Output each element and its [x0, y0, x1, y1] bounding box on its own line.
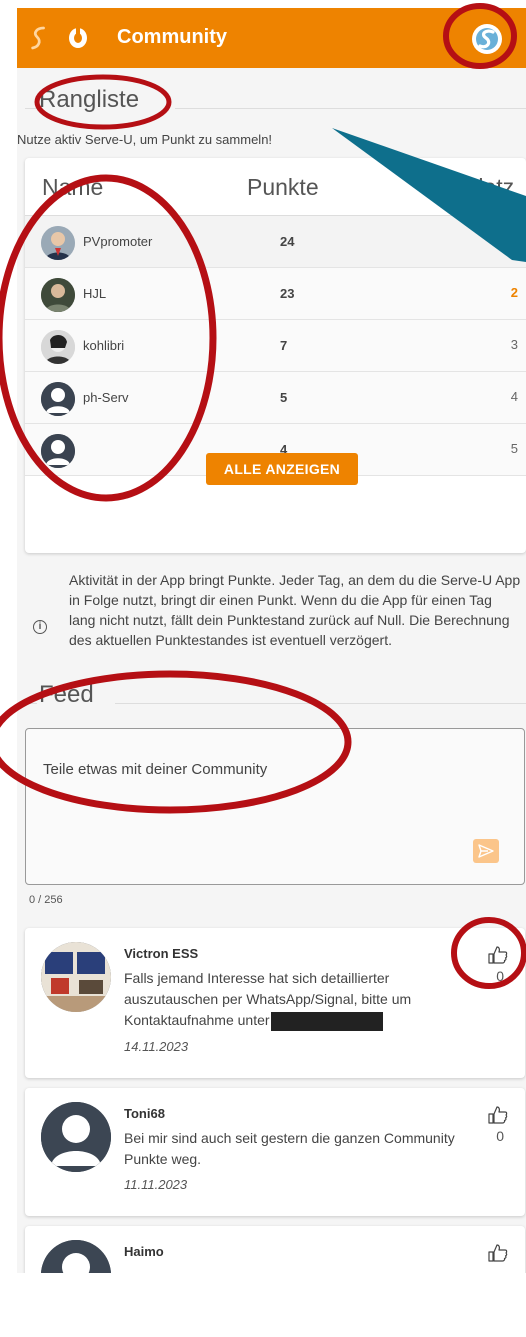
feed-post: Victron ESS Falls jemand Interesse hat s… — [25, 928, 525, 1078]
leaderboard-row[interactable]: HJL 23 2 — [25, 268, 526, 320]
post-author[interactable]: Victron ESS — [124, 946, 198, 961]
thumbs-up-icon[interactable] — [487, 1104, 509, 1126]
leaderboard-points: 7 — [280, 338, 288, 353]
avatar — [41, 226, 75, 260]
leaderboard-username: PVpromoter — [83, 234, 153, 249]
leaderboard-place: 5 — [510, 441, 518, 456]
redacted-contact — [270, 1011, 383, 1031]
page-title: Community — [117, 26, 227, 48]
post-date: 14.11.2023 — [124, 1039, 189, 1054]
avatar — [41, 330, 75, 364]
send-icon[interactable] — [473, 839, 499, 863]
leaderboard-username: kohlibri — [83, 338, 125, 353]
post-date: 11.11.2023 — [124, 1177, 188, 1192]
feed-input-placeholder: Teile etwas mit deiner Community — [43, 761, 268, 778]
info-icon: i — [33, 620, 47, 634]
feed-post-input[interactable]: Teile etwas mit deiner Community — [25, 728, 525, 885]
leaderboard-place: 2 — [510, 285, 518, 300]
leaderboard-row[interactable]: PVpromoter 24 ★ 1 — [25, 216, 526, 268]
avatar[interactable] — [41, 1102, 111, 1172]
column-place[interactable]: Platz — [463, 174, 514, 201]
leaderboard-row[interactable]: kohlibri 7 3 — [25, 320, 526, 372]
leaderboard-points: 23 — [280, 286, 295, 301]
leaderboard-subtitle: Nutze aktiv Serve-U, um Punkt zu sammeln… — [17, 132, 273, 147]
post-author[interactable]: Toni68 — [124, 1106, 165, 1121]
avatar — [41, 278, 75, 312]
top-bar: Community — [17, 8, 526, 68]
avatar — [41, 382, 75, 416]
leaderboard-username: HJL — [83, 286, 107, 301]
thumbs-up-icon[interactable] — [487, 944, 509, 966]
leaderboard-heading: Rangliste — [39, 86, 146, 114]
feed-heading: Feed — [39, 681, 100, 709]
column-name[interactable]: Name — [42, 174, 103, 201]
feed-post: Toni68 Bei mir sind auch seit gestern di… — [25, 1088, 525, 1216]
leaderboard-points: 5 — [280, 390, 288, 405]
leaderboard-section-header: Rangliste — [25, 86, 526, 120]
leaderboard-place: 4 — [510, 389, 518, 404]
post-text: Falls jemand Interesse hat sich detailli… — [124, 968, 484, 1031]
show-all-button[interactable]: ALLE ANZEIGEN — [206, 453, 358, 485]
serve-u-logo-icon[interactable] — [29, 25, 49, 51]
points-info-text: Aktivität in der App bringt Punkte. Jede… — [69, 572, 521, 648]
avatar[interactable] — [41, 1240, 111, 1273]
column-points[interactable]: Punkte — [247, 174, 319, 201]
star-icon: ★ — [489, 232, 504, 249]
feed-post: Haimo — [25, 1226, 525, 1273]
serve-u-profile-icon[interactable] — [472, 24, 502, 54]
character-counter: 0 / 256 — [29, 894, 63, 906]
leaderboard-card: Name Punkte Platz PVpromoter 24 ★ 1 HJL … — [25, 158, 526, 553]
post-text: Bei mir sind auch seit gestern die ganze… — [124, 1130, 455, 1167]
avatar — [41, 434, 75, 468]
leaderboard-place: 1 — [510, 233, 518, 248]
post-author[interactable]: Haimo — [124, 1244, 164, 1259]
avatar[interactable] — [41, 942, 111, 1012]
leaderboard-place: 3 — [510, 337, 518, 352]
leaderboard-points: 24 — [280, 234, 295, 249]
leaderboard-header-row: Name Punkte Platz — [25, 158, 526, 216]
feed-section-header: Feed — [25, 681, 526, 715]
like-count: 0 — [496, 968, 504, 984]
leaderboard-username: ph-Serv — [83, 390, 129, 405]
app-screen: Community Rangliste Nutze aktiv Serve-U,… — [17, 8, 526, 1273]
like-count: 0 — [496, 1128, 504, 1144]
leaderboard-row[interactable]: ph-Serv 5 4 — [25, 372, 526, 424]
community-icon — [69, 26, 87, 48]
thumbs-up-icon[interactable] — [487, 1242, 509, 1264]
